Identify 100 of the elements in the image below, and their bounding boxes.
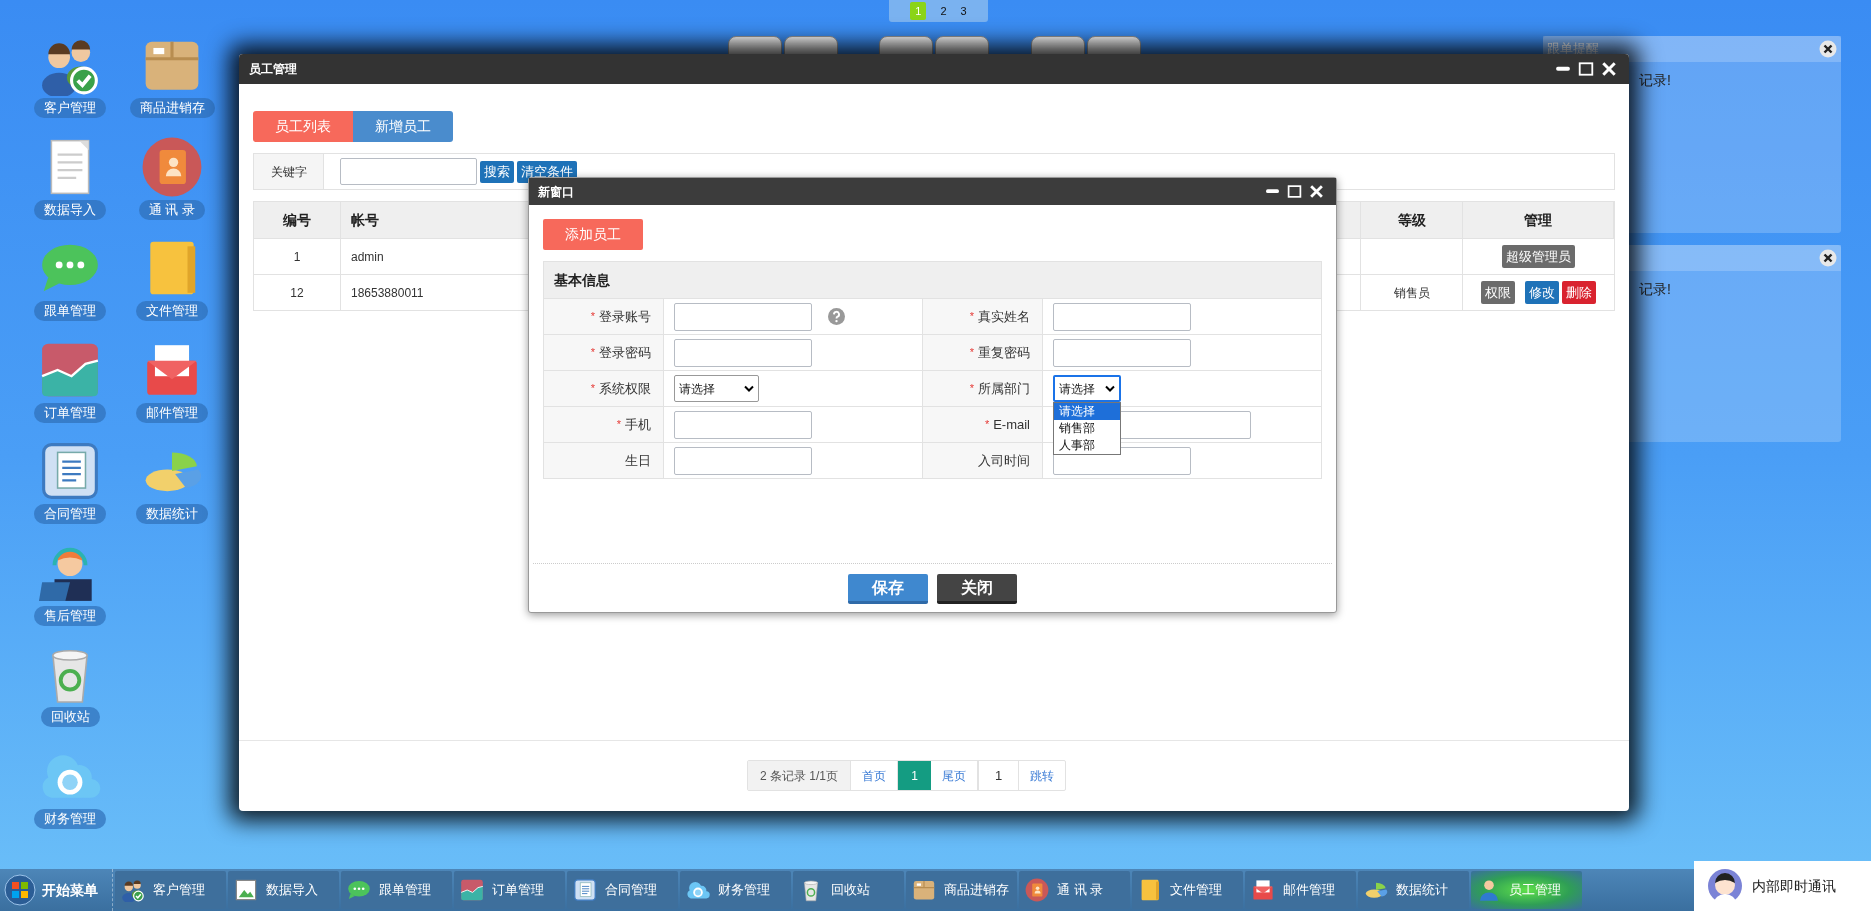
avatar-icon [1708, 869, 1742, 903]
action-button[interactable]: 超级管理员 [1502, 245, 1575, 268]
line-chart-icon [460, 878, 484, 902]
search-label: 关键字 [254, 154, 324, 189]
people-icon [121, 878, 145, 902]
close-icon[interactable] [1819, 40, 1837, 58]
desktop-icon-label[interactable]: 财务管理 [34, 808, 106, 829]
desktop-icon-label[interactable]: 通 讯 录 [138, 199, 206, 220]
column-header: 管理 [1463, 202, 1614, 238]
desktop-icon-label[interactable]: 跟单管理 [34, 301, 106, 321]
dropdown-option[interactable]: 人事部 [1054, 437, 1120, 454]
field-label: 入司时间 [978, 451, 1030, 470]
desktop-icon-label[interactable]: 客户管理 [34, 98, 106, 118]
select-field[interactable]: 请选择 [1053, 375, 1121, 402]
taskbar-item[interactable]: 数据导入 [228, 871, 339, 909]
taskbar-item[interactable]: 文件管理 [1132, 871, 1243, 909]
desktop-icon-label[interactable]: 合同管理 [34, 504, 106, 524]
workspace-tab[interactable]: 2 [940, 2, 947, 20]
search-button[interactable]: 搜索 [480, 160, 514, 183]
taskbar-item[interactable]: 订单管理 [454, 871, 565, 909]
maximize-icon[interactable] [1578, 61, 1594, 77]
select-field[interactable]: 请选择 [674, 375, 759, 402]
field-label: 真实姓名 [978, 307, 1030, 326]
action-button[interactable]: 权限 [1481, 281, 1515, 304]
table-cell: 12 [254, 275, 341, 310]
taskbar-item[interactable]: 回收站 [793, 871, 904, 909]
desktop-icon-label[interactable]: 文件管理 [136, 301, 208, 321]
desktop-icon-label[interactable]: 商品进销存 [129, 98, 215, 118]
field-label: 重复密码 [978, 343, 1030, 362]
desktop-icon-label[interactable]: 数据导入 [34, 199, 106, 220]
text-field[interactable] [674, 446, 812, 475]
page-number[interactable]: 1 [898, 761, 931, 790]
text-field[interactable] [1053, 302, 1191, 331]
pagination-link[interactable]: 尾页 [931, 761, 978, 790]
image-icon [234, 878, 258, 902]
chat-launcher[interactable]: 内部即时通讯 [1694, 861, 1871, 911]
desktop-icon-label[interactable]: 数据统计 [136, 504, 208, 524]
action-button[interactable]: 删除 [1562, 281, 1596, 304]
required-mark: * [590, 309, 595, 325]
desktop-icon-label[interactable]: 售后管理 [34, 605, 106, 626]
dropdown-option[interactable]: 请选择 [1054, 403, 1120, 420]
close-icon[interactable] [1601, 61, 1617, 77]
document-stack-icon[interactable] [39, 440, 101, 502]
desktop-icon-label[interactable]: 回收站 [40, 707, 100, 727]
field-label: 所属部门 [978, 379, 1030, 398]
add-employee-button[interactable]: 添加员工 [543, 219, 643, 250]
desktop-icon-label[interactable]: 订单管理 [34, 402, 106, 423]
desktop-icon-label[interactable]: 邮件管理 [136, 402, 208, 423]
field-label: 登录账号 [599, 307, 651, 326]
chat-label: 内部即时通讯 [1752, 876, 1836, 896]
page-field[interactable]: 1 [978, 761, 1019, 790]
document-stack-icon [573, 878, 597, 902]
column-header: 编号 [254, 202, 341, 238]
dialog-title: 新窗口 [538, 183, 574, 201]
section-title: 基本信息 [544, 262, 1321, 298]
notification-message: 记录! [1639, 71, 1671, 90]
field-label: 手机 [625, 415, 651, 434]
taskbar-item[interactable]: 合同管理 [567, 871, 678, 909]
action-button[interactable]: 修改 [1525, 281, 1559, 304]
taskbar-item[interactable]: 数据统计 [1358, 871, 1469, 909]
required-mark: * [969, 381, 974, 397]
taskbar-item[interactable]: 跟单管理 [341, 871, 452, 909]
chat-bubble-icon [347, 878, 371, 902]
required-mark: * [590, 381, 595, 397]
text-field[interactable] [674, 302, 812, 331]
chevron-down-icon [744, 384, 754, 393]
pagination-link[interactable]: 跳转 [1019, 761, 1065, 790]
field-label: 生日 [625, 451, 651, 470]
dropdown-option[interactable]: 销售部 [1054, 420, 1120, 437]
required-mark: * [590, 345, 595, 361]
column-header: 等级 [1361, 202, 1463, 238]
table-cell: 1 [254, 239, 341, 274]
user-icon [1477, 878, 1501, 902]
close-icon[interactable] [1819, 249, 1837, 267]
window-title: 员工管理 [249, 61, 297, 78]
maximize-icon[interactable] [1287, 184, 1302, 199]
record-count: 2 条记录 1/1页 [748, 761, 851, 790]
taskbar-item[interactable]: 商品进销存 [906, 871, 1017, 909]
taskbar-item[interactable]: 邮件管理 [1245, 871, 1356, 909]
tab[interactable]: 员工列表 [253, 111, 353, 142]
workspace-tab[interactable]: 3 [960, 2, 967, 20]
dialog-button[interactable]: 关闭 [937, 574, 1017, 604]
taskbar-item[interactable]: 财务管理 [680, 871, 791, 909]
notification-message: 记录! [1639, 280, 1671, 299]
close-icon[interactable] [1309, 184, 1324, 199]
text-field[interactable] [674, 338, 812, 367]
help-icon[interactable] [828, 308, 845, 325]
taskbar-item[interactable]: 客户管理 [115, 871, 226, 909]
field-label: 登录密码 [599, 343, 651, 362]
address-book-icon[interactable] [141, 135, 203, 198]
keyword-field[interactable] [340, 158, 477, 185]
taskbar-item[interactable]: 通 讯 录 [1019, 871, 1130, 909]
start-button[interactable]: 开始菜单 [0, 869, 113, 911]
text-field[interactable] [674, 410, 812, 439]
field-label: 系统权限 [599, 379, 651, 398]
address-book-icon [1025, 878, 1049, 902]
dialog-button[interactable]: 保存 [848, 574, 928, 604]
tab[interactable]: 新增员工 [353, 111, 453, 142]
text-field[interactable] [1053, 338, 1191, 367]
required-mark: * [984, 417, 990, 433]
